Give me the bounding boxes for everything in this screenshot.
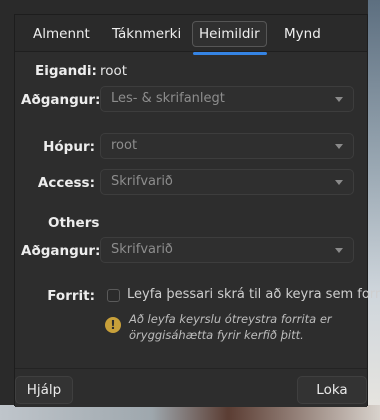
tab-bar: Almennt Táknmerki Heimildir Mynd (15, 15, 367, 52)
chevron-down-icon (335, 248, 343, 253)
tab-image[interactable]: Mynd (284, 23, 321, 45)
execute-checkbox[interactable] (107, 289, 120, 302)
close-button[interactable]: Loka (297, 376, 367, 404)
group-select[interactable]: root (100, 133, 354, 159)
owner-access-select[interactable]: Les- & skrifanlegt (100, 86, 354, 112)
owner-value: root (100, 63, 128, 79)
desktop-background (368, 0, 380, 420)
others-heading: Others (48, 215, 100, 231)
owner-access-label: Aðgangur: (21, 92, 101, 108)
group-access-value: Skrifvarið (111, 174, 173, 189)
others-access-select[interactable]: Skrifvarið (100, 237, 354, 263)
active-tab-indicator (193, 52, 267, 55)
warning-icon: ! (105, 317, 121, 333)
chevron-down-icon (335, 97, 343, 102)
tab-permissions[interactable]: Heimildir (192, 21, 267, 47)
desktop-background-bottom (0, 405, 380, 420)
tab-general[interactable]: Almennt (33, 23, 90, 45)
group-access-label: Access: (37, 175, 95, 191)
owner-access-value: Les- & skrifanlegt (111, 91, 225, 106)
owner-label: Eigandi: (35, 63, 97, 79)
help-button[interactable]: Hjálp (15, 376, 73, 404)
chevron-down-icon (335, 144, 343, 149)
group-label: Hópur: (43, 139, 95, 155)
execute-checkbox-label[interactable]: Leyfa þessari skrá til að keyra sem forr… (127, 287, 380, 302)
tab-emblems[interactable]: Táknmerki (112, 23, 181, 45)
window: Almennt Táknmerki Heimildir Mynd Eigandi… (0, 0, 380, 420)
program-label: Forrit: (47, 288, 95, 304)
chevron-down-icon (335, 180, 343, 185)
group-value: root (111, 138, 138, 153)
others-access-value: Skrifvarið (111, 242, 173, 257)
properties-dialog: Almennt Táknmerki Heimildir Mynd Eigandi… (14, 14, 380, 407)
warning-text: Að leyfa keyrslu ótreystra forrita er ör… (129, 312, 332, 342)
others-access-label: Aðgangur: (21, 243, 101, 259)
group-access-select[interactable]: Skrifvarið (100, 169, 354, 195)
